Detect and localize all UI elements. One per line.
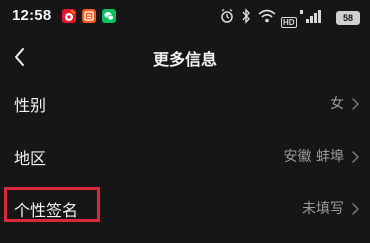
row-label: 地区 xyxy=(14,149,47,168)
chevron-right-icon xyxy=(351,149,360,163)
wechat-icon xyxy=(102,9,116,23)
hd-label: HD xyxy=(281,17,297,28)
highlight-box xyxy=(4,187,100,222)
wifi-icon xyxy=(258,8,276,28)
row-value: 安徽 蚌埠 xyxy=(283,149,344,165)
chevron-right-icon xyxy=(351,96,360,110)
page-title: 更多信息 xyxy=(152,50,217,69)
hd-icon: HD xyxy=(281,10,297,29)
list-item-gender[interactable]: 性别 女 xyxy=(0,78,370,130)
status-bar: 12:58 HD 58 xyxy=(0,0,370,34)
row-label: 性别 xyxy=(14,96,47,115)
weibo-icon xyxy=(62,9,76,23)
row-value: 未填写 xyxy=(302,201,344,217)
battery-icon: 58 xyxy=(336,11,360,25)
status-time: 12:58 xyxy=(12,7,52,24)
bluetooth-icon xyxy=(241,8,251,28)
list-item-region[interactable]: 地区 安徽 蚌埠 xyxy=(0,131,370,183)
alarm-icon xyxy=(220,8,234,28)
nav-bar: 更多信息 xyxy=(0,38,370,76)
signal-icon xyxy=(300,8,322,28)
row-value: 女 xyxy=(330,96,344,112)
notes-icon xyxy=(82,9,96,23)
chevron-right-icon xyxy=(351,201,360,215)
